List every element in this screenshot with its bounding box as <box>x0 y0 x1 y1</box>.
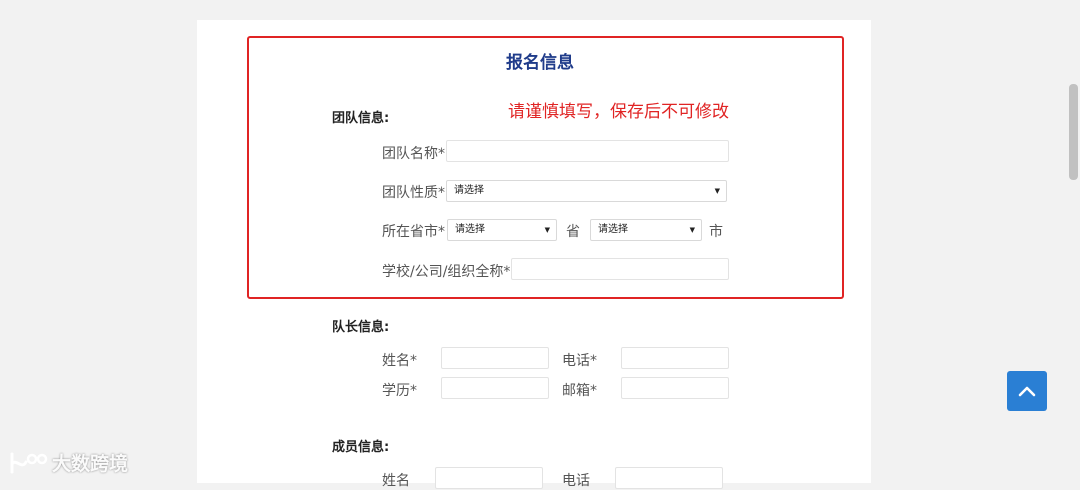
province-select[interactable]: 请选择 ▼ <box>447 219 557 241</box>
location-label: 所在省市* <box>382 224 445 240</box>
leader-name-label: 姓名* <box>382 353 417 369</box>
member-name-input[interactable] <box>435 467 543 489</box>
caret-down-icon: ▼ <box>714 187 720 195</box>
member-name-label: 姓名 <box>382 473 410 489</box>
member-phone-label: 电话 <box>562 473 590 489</box>
member-phone-input[interactable] <box>615 467 723 489</box>
back-to-top-button[interactable] <box>1007 371 1047 411</box>
scrollbar[interactable] <box>1066 0 1080 483</box>
watermark-text: 大数跨境 <box>52 453 129 475</box>
chevron-up-icon <box>1018 386 1036 397</box>
scrollbar-thumb[interactable] <box>1069 84 1078 180</box>
city-unit: 市 <box>709 224 723 240</box>
team-section-heading: 团队信息: <box>332 111 390 126</box>
leader-section-heading: 队长信息: <box>332 320 390 335</box>
leader-phone-label: 电话* <box>562 353 597 369</box>
leader-education-input[interactable] <box>441 377 549 399</box>
warning-notice: 请谨慎填写，保存后不可修改 <box>508 102 729 122</box>
team-name-input[interactable] <box>446 140 729 162</box>
team-name-label: 团队名称* <box>382 146 445 162</box>
province-unit: 省 <box>566 224 580 240</box>
logo-icon <box>10 452 48 473</box>
org-name-label: 学校/公司/组织全称* <box>382 264 511 280</box>
team-type-selected-value: 请选择 <box>454 185 484 196</box>
leader-name-input[interactable] <box>441 347 549 369</box>
form-title: 报名信息 <box>506 53 574 73</box>
watermark: 大数跨境 <box>8 449 128 476</box>
province-selected-value: 请选择 <box>455 224 485 235</box>
caret-down-icon: ▼ <box>689 226 695 234</box>
org-name-input[interactable] <box>511 258 729 280</box>
team-type-label: 团队性质* <box>382 185 445 201</box>
leader-email-input[interactable] <box>621 377 729 399</box>
leader-email-label: 邮箱* <box>562 383 597 399</box>
caret-down-icon: ▼ <box>544 226 550 234</box>
member-section-heading: 成员信息: <box>332 440 390 455</box>
city-select[interactable]: 请选择 ▼ <box>590 219 702 241</box>
city-selected-value: 请选择 <box>598 224 628 235</box>
team-type-select[interactable]: 请选择 ▼ <box>446 180 727 202</box>
leader-education-label: 学历* <box>382 383 417 399</box>
leader-phone-input[interactable] <box>621 347 729 369</box>
